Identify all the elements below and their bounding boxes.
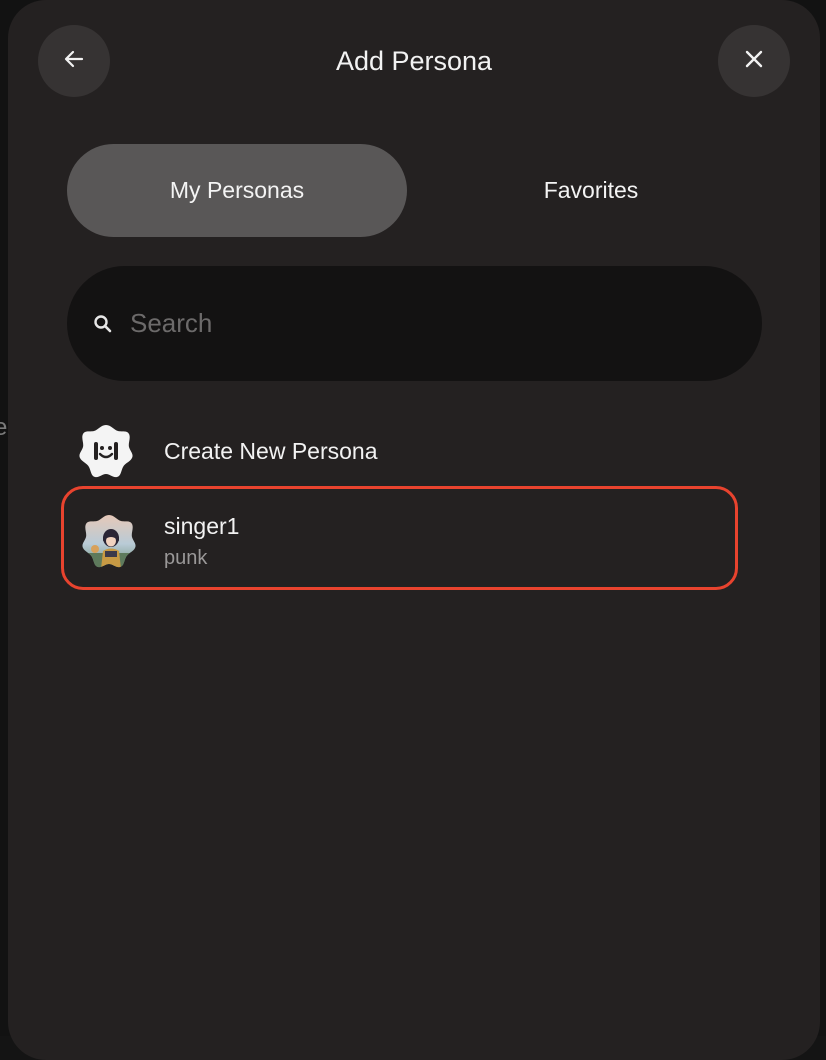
face-badge-icon: [78, 423, 134, 479]
tab-favorites[interactable]: Favorites: [421, 144, 761, 237]
tab-label: My Personas: [169, 177, 305, 203]
search-icon: [92, 313, 114, 335]
modal-title: Add Persona: [335, 46, 493, 76]
create-persona-label: Create New Persona: [164, 437, 378, 464]
close-icon: [743, 48, 765, 75]
persona-description: punk: [164, 547, 208, 569]
persona-avatar: [81, 513, 137, 569]
background-text-fragment: e: [0, 414, 8, 441]
close-button[interactable]: [718, 25, 790, 97]
add-persona-modal: Add Persona My Personas Favorites Search…: [8, 0, 820, 1060]
tab-label: Favorites: [543, 177, 639, 203]
search-input[interactable]: [128, 307, 712, 340]
create-new-persona-button[interactable]: Create New Persona: [78, 421, 378, 481]
persona-item-singer1[interactable]: singer1 punk: [61, 486, 738, 590]
tab-my-personas[interactable]: My Personas: [67, 144, 407, 237]
search-bar: [67, 266, 762, 381]
persona-name: singer1: [164, 513, 240, 539]
